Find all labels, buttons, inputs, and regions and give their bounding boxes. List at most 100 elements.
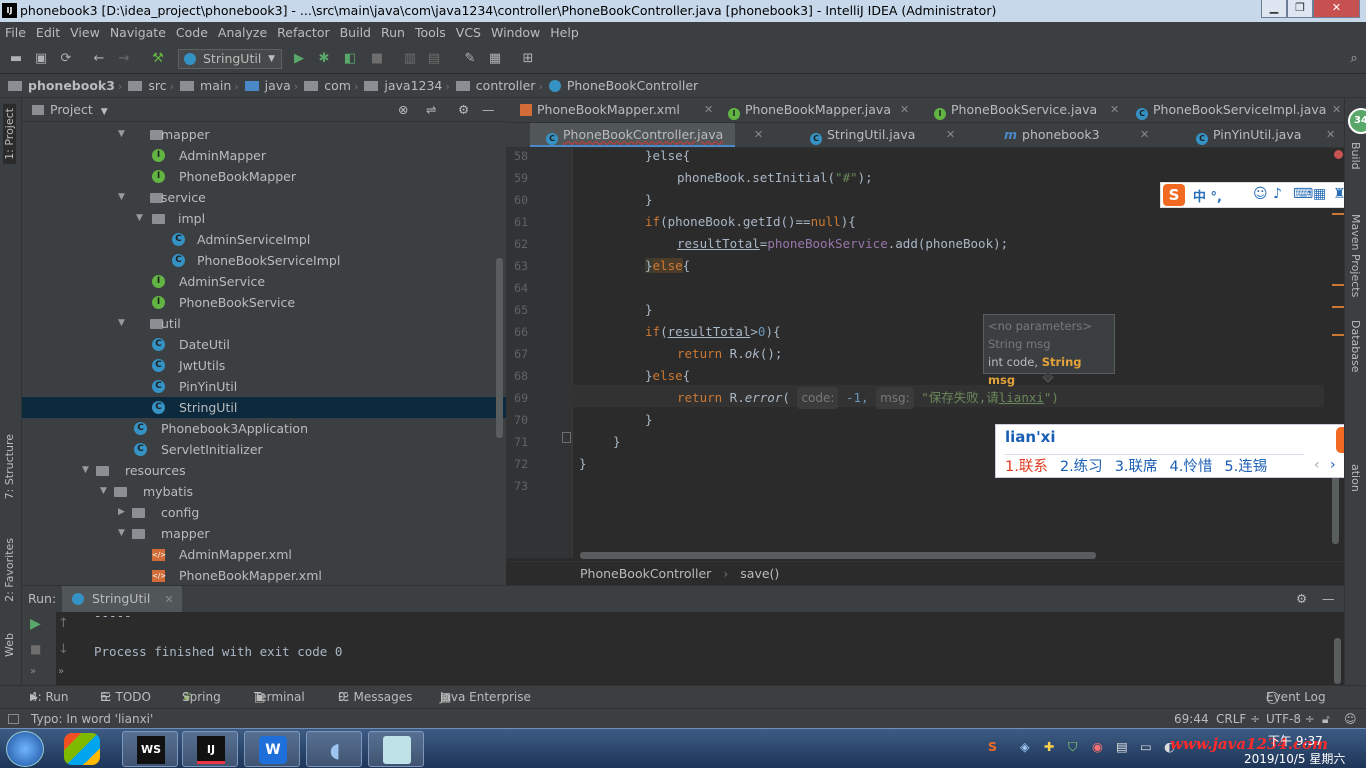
close-icon[interactable]: ✕ bbox=[1110, 98, 1119, 122]
taskbar-webstorm[interactable]: WS bbox=[122, 731, 178, 767]
tree-item-impl[interactable]: ▼ impl bbox=[22, 208, 506, 229]
build-hammer-icon[interactable]: ⚒ bbox=[150, 51, 166, 67]
tab-phonebook-mapper-xml[interactable]: PhoneBookMapper.xml ✕ bbox=[520, 98, 713, 122]
tree-item-util[interactable]: ▼ util bbox=[22, 313, 506, 334]
notification-badge[interactable]: 34 bbox=[1348, 108, 1366, 134]
close-icon[interactable]: ✕ bbox=[704, 98, 713, 122]
project-tool-tab[interactable]: 1: Project bbox=[3, 104, 16, 164]
attach-icon[interactable]: ▥ bbox=[402, 51, 418, 67]
line-separator[interactable]: CRLF ÷ bbox=[1216, 709, 1260, 729]
hide-panel-icon[interactable]: — bbox=[482, 98, 495, 122]
tray-security-icon[interactable]: ◉ bbox=[1092, 739, 1103, 754]
tree-item-mybatis[interactable]: ▼ mybatis bbox=[22, 481, 506, 502]
minimize-button[interactable]: ▁ bbox=[1261, 0, 1287, 18]
tree-item-phonebookmapper[interactable]: I PhoneBookMapper bbox=[22, 166, 506, 187]
tree-item-service[interactable]: ▼ service bbox=[22, 187, 506, 208]
tree-item-config[interactable]: ▶ config bbox=[22, 502, 506, 523]
toolbox-icon[interactable]: ▦ bbox=[1313, 186, 1326, 202]
taskbar-mysql[interactable]: ◖ bbox=[306, 731, 362, 767]
menu-build[interactable]: Build bbox=[335, 22, 376, 44]
ime-candidate[interactable]: 1.联系 bbox=[1005, 459, 1048, 475]
menu-code[interactable]: Code bbox=[171, 22, 213, 44]
menu-navigate[interactable]: Navigate bbox=[105, 22, 171, 44]
warning-stripe[interactable] bbox=[1332, 306, 1344, 308]
emoji-icon[interactable]: ☺ bbox=[1253, 186, 1268, 202]
error-indicator-icon[interactable] bbox=[1334, 150, 1343, 159]
sogou-tray-icon[interactable]: S bbox=[988, 739, 997, 754]
run-scrollbar[interactable] bbox=[1334, 638, 1341, 684]
tool-windows-toggle-icon[interactable] bbox=[8, 714, 19, 724]
maximize-button[interactable]: ❐ bbox=[1287, 0, 1313, 18]
maven-tool-tab[interactable]: Maven Projects bbox=[1349, 214, 1362, 297]
stop-icon[interactable]: ■ bbox=[369, 51, 385, 67]
crumb-method[interactable]: save() bbox=[740, 566, 779, 581]
build-tool-tab[interactable]: Build bbox=[1349, 142, 1362, 170]
taskbar-notepad[interactable] bbox=[368, 731, 424, 767]
clock-date[interactable]: 2019/10/5 星期六 bbox=[1244, 750, 1345, 767]
collapse-arrow-icon[interactable]: ▼ bbox=[118, 313, 125, 334]
menu-edit[interactable]: Edit bbox=[31, 22, 65, 44]
warning-stripe[interactable] bbox=[1332, 334, 1344, 336]
menu-analyze[interactable]: Analyze bbox=[213, 22, 272, 44]
tree-item-phonebookserviceimpl[interactable]: C PhoneBookServiceImpl bbox=[22, 250, 506, 271]
tree-item-dateutil[interactable]: C DateUtil bbox=[22, 334, 506, 355]
close-icon[interactable]: ✕ bbox=[1326, 123, 1335, 147]
tree-item-adminserviceimpl[interactable]: C AdminServiceImpl bbox=[22, 229, 506, 250]
tree-item-resources[interactable]: ▼ resources bbox=[22, 460, 506, 481]
collapse-arrow-icon[interactable]: ▼ bbox=[100, 481, 107, 502]
menu-file[interactable]: File bbox=[0, 22, 31, 44]
up-arrow-icon[interactable]: ↑ bbox=[58, 616, 69, 631]
tab-stringutil-java[interactable]: C StringUtil.java ✕ bbox=[810, 123, 955, 147]
crumb-class[interactable]: PhoneBookController bbox=[580, 566, 711, 581]
back-arrow-icon[interactable]: ← bbox=[91, 51, 107, 67]
tree-item-adminmapper-xml[interactable]: </> AdminMapper.xml bbox=[22, 544, 506, 565]
nav-crumb-java[interactable]: java bbox=[263, 74, 294, 98]
favorites-tool-tab[interactable]: 2: Favorites bbox=[3, 538, 16, 602]
tree-item-servletinitializer[interactable]: C ServletInitializer bbox=[22, 439, 506, 460]
save-all-icon[interactable]: ▣ bbox=[33, 51, 49, 67]
tray-network-icon[interactable]: ▤ bbox=[1116, 739, 1128, 754]
close-icon[interactable]: ✕ bbox=[164, 593, 173, 606]
tree-item-jwtutils[interactable]: C JwtUtils bbox=[22, 355, 506, 376]
lock-icon[interactable]: 🔓︎ bbox=[1322, 709, 1330, 729]
run-icon[interactable]: ▶ bbox=[291, 51, 307, 67]
close-icon[interactable]: ✕ bbox=[900, 98, 909, 122]
inspector-icon[interactable]: ☺ bbox=[1344, 709, 1357, 729]
run-configuration-select[interactable]: StringUtil ▼ bbox=[178, 49, 282, 69]
nav-crumb-com[interactable]: com bbox=[322, 74, 354, 98]
down-arrow-icon[interactable]: ↓ bbox=[58, 642, 69, 657]
tray-cube-icon[interactable]: ◈ bbox=[1020, 739, 1030, 754]
collapse-arrow-icon[interactable]: ▼ bbox=[118, 523, 125, 544]
menu-tools[interactable]: Tools bbox=[410, 22, 451, 44]
tree-item-phonebookservice[interactable]: I PhoneBookService bbox=[22, 292, 506, 313]
nav-crumb-project[interactable]: phonebook3 bbox=[26, 74, 118, 98]
more-actions-icon[interactable]: » bbox=[30, 666, 36, 677]
prev-page-icon[interactable]: ‹ bbox=[1314, 457, 1320, 473]
more-actions-icon[interactable]: » bbox=[58, 666, 64, 677]
collapse-arrow-icon[interactable]: ▼ bbox=[82, 460, 89, 481]
ant-tool-tab[interactable]: ation bbox=[1349, 464, 1362, 492]
sdk-icon[interactable]: ⊞ bbox=[520, 51, 536, 67]
collapse-arrow-icon[interactable]: ▼ bbox=[118, 124, 125, 145]
tray-shield-icon[interactable]: ⛉ bbox=[1068, 739, 1077, 755]
tree-item-phonebook3application[interactable]: C Phonebook3Application bbox=[22, 418, 506, 439]
warning-stripe[interactable] bbox=[1332, 284, 1344, 286]
tree-item-phonebookmapper-xml[interactable]: </> PhoneBookMapper.xml bbox=[22, 565, 506, 585]
file-encoding[interactable]: UTF-8 ÷ bbox=[1266, 709, 1315, 729]
forward-arrow-icon[interactable]: → bbox=[116, 51, 132, 67]
hide-panel-icon[interactable]: — bbox=[1322, 586, 1335, 612]
rerun-icon[interactable]: ▶ bbox=[30, 616, 41, 632]
menu-refactor[interactable]: Refactor bbox=[272, 22, 334, 44]
chevron-down-icon[interactable]: ▼ bbox=[101, 107, 108, 117]
tab-phonebook-mapper-java[interactable]: I PhoneBookMapper.java ✕ bbox=[728, 98, 909, 122]
debug-bug-icon[interactable]: ✱ bbox=[316, 51, 332, 67]
close-icon[interactable]: ✕ bbox=[754, 123, 763, 147]
tab-phonebook-service-java[interactable]: I PhoneBookService.java ✕ bbox=[934, 98, 1119, 122]
menu-vcs[interactable]: VCS bbox=[451, 22, 486, 44]
warning-stripe[interactable] bbox=[1332, 213, 1344, 215]
tree-item-mapper[interactable]: ▼ mapper bbox=[22, 523, 506, 544]
close-icon[interactable]: ✕ bbox=[946, 123, 955, 147]
menu-view[interactable]: View bbox=[65, 22, 105, 44]
taskbar-intellij[interactable]: IJ bbox=[182, 731, 238, 767]
close-button[interactable]: ✕ bbox=[1313, 0, 1360, 18]
